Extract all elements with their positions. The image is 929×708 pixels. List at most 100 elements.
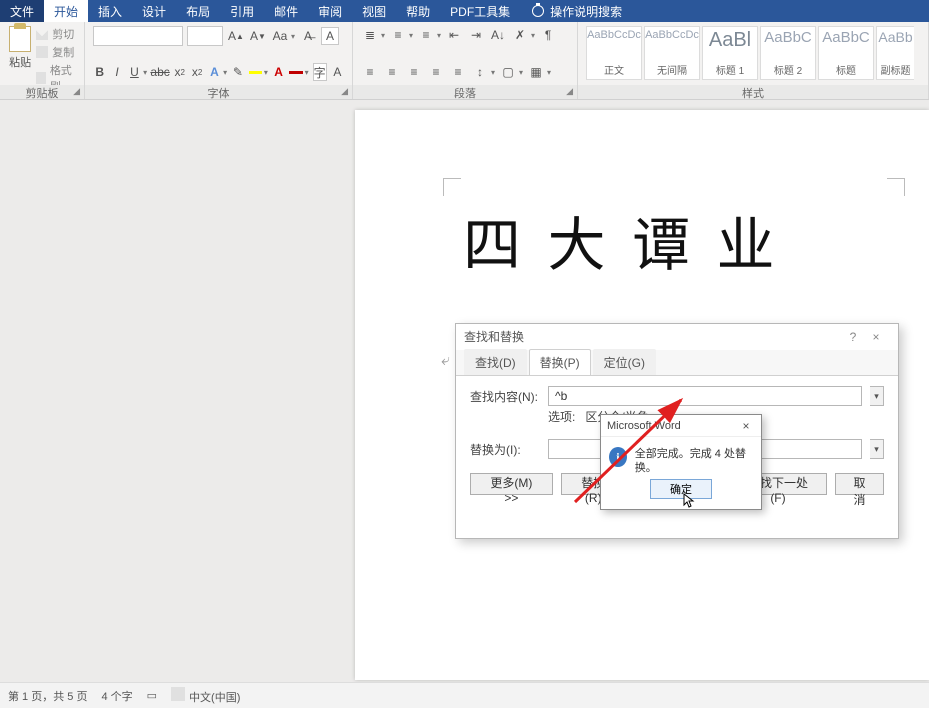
subscript-button[interactable]: x2 — [173, 63, 186, 81]
align-center-button[interactable]: ≡ — [383, 63, 401, 81]
distribute-button[interactable]: ≡ — [449, 63, 467, 81]
tab-design[interactable]: 设计 — [132, 0, 176, 22]
style-heading1[interactable]: AaBl标题 1 — [702, 26, 758, 80]
show-marks-button[interactable]: ¶ — [539, 26, 557, 44]
char-border-button[interactable]: A — [321, 27, 339, 45]
more-button[interactable]: 更多(M) >> — [470, 473, 553, 495]
numbering-button[interactable]: ≡ — [389, 26, 407, 44]
tab-replace[interactable]: 替换(P) — [529, 349, 591, 375]
align-right-button[interactable]: ≡ — [405, 63, 423, 81]
strike-button[interactable]: abc — [151, 63, 169, 81]
bold-button[interactable]: B — [93, 63, 106, 81]
status-language[interactable]: 中文(中国) — [189, 692, 240, 704]
underline-button[interactable]: U — [128, 63, 141, 81]
tab-view[interactable]: 视图 — [352, 0, 396, 22]
dialog-help-button[interactable]: ? — [844, 330, 862, 344]
decrease-indent-button[interactable]: ⇤ — [445, 26, 463, 44]
increase-indent-button[interactable]: ⇥ — [467, 26, 485, 44]
ok-button[interactable]: 确定 — [650, 479, 712, 499]
chevron-down-icon[interactable]: ▾ — [264, 68, 268, 77]
tab-references[interactable]: 引用 — [220, 0, 264, 22]
enclose-char-button[interactable]: 字 — [313, 63, 327, 81]
tell-me-search[interactable]: 操作说明搜索 — [550, 3, 622, 20]
cut-button[interactable]: 剪切 — [36, 26, 76, 42]
document-heading-text: 四 大 谭 业 — [463, 198, 781, 282]
grow-font-button[interactable]: A▲ — [227, 27, 245, 45]
chevron-down-icon[interactable]: ▾ — [437, 31, 441, 40]
italic-button[interactable]: I — [110, 63, 123, 81]
chevron-down-icon[interactable]: ▾ — [531, 31, 535, 40]
align-justify-button[interactable]: ≡ — [427, 63, 445, 81]
message-text: 全部完成。完成 4 处替换。 — [635, 447, 753, 475]
document-area[interactable]: 四 大 谭 业 ⤶ 查找和替换 ? × 查找(D) 替换(P) 定位(G) 查找… — [0, 100, 929, 682]
style-subtitle[interactable]: AaBb副标题 — [876, 26, 914, 80]
style-title[interactable]: AaBbC标题 — [818, 26, 874, 80]
find-history-dropdown[interactable]: ▾ — [870, 386, 884, 406]
copy-icon — [36, 46, 48, 58]
ribbon-tabs: 文件 开始 插入 设计 布局 引用 邮件 审阅 视图 帮助 PDF工具集 操作说… — [0, 0, 929, 22]
chevron-down-icon[interactable]: ▾ — [143, 68, 147, 77]
cancel-button[interactable]: 取消 — [835, 473, 884, 495]
tab-find[interactable]: 查找(D) — [464, 349, 527, 375]
status-words[interactable]: 4 个字 — [101, 688, 132, 704]
chevron-down-icon[interactable]: ▾ — [291, 32, 295, 41]
tab-help[interactable]: 帮助 — [396, 0, 440, 22]
chevron-down-icon[interactable]: ▾ — [491, 68, 495, 77]
style-nospacing[interactable]: AaBbCcDc 无间隔 — [644, 26, 700, 80]
align-left-button[interactable]: ≡ — [361, 63, 379, 81]
tab-insert[interactable]: 插入 — [88, 0, 132, 22]
status-page[interactable]: 第 1 页，共 5 页 — [8, 688, 87, 704]
style-heading2[interactable]: AaBbC标题 2 — [760, 26, 816, 80]
bullets-button[interactable]: ≣ — [361, 26, 379, 44]
sort-button[interactable]: A↓ — [489, 26, 507, 44]
style-gallery[interactable]: AaBbCcDc正文 AaBbCcDc 无间隔 AaBl标题 1 AaBbC标题 … — [586, 26, 920, 80]
chevron-down-icon[interactable]: ▾ — [519, 68, 523, 77]
paragraph-launcher-icon[interactable]: ◢ — [566, 86, 573, 97]
info-icon: i — [609, 447, 627, 467]
chevron-down-icon[interactable]: ▾ — [381, 31, 385, 40]
group-styles: AaBbCcDc正文 AaBbCcDc 无间隔 AaBl标题 1 AaBbC标题 … — [578, 22, 929, 99]
font-name-combo[interactable] — [93, 26, 183, 46]
font-launcher-icon[interactable]: ◢ — [341, 86, 348, 97]
text-effects-button[interactable]: A — [208, 63, 221, 81]
find-what-input[interactable] — [548, 386, 862, 406]
status-proof-icon[interactable]: ▭ — [147, 689, 157, 702]
paste-button[interactable]: 粘贴 — [8, 26, 32, 94]
chevron-down-icon[interactable]: ▾ — [409, 31, 413, 40]
style-normal[interactable]: AaBbCcDc正文 — [586, 26, 642, 80]
cursor-icon — [683, 493, 695, 509]
highlight-button[interactable]: ✎ — [231, 63, 244, 81]
shading-button[interactable]: ▢ — [499, 63, 517, 81]
tab-review[interactable]: 审阅 — [308, 0, 352, 22]
multilevel-button[interactable]: ≡ — [417, 26, 435, 44]
borders-button[interactable]: ▦ — [527, 63, 545, 81]
tab-home[interactable]: 开始 — [44, 0, 88, 22]
tab-layout[interactable]: 布局 — [176, 0, 220, 22]
asian-layout-button[interactable]: ✗ — [511, 26, 529, 44]
group-clipboard: 粘贴 剪切 复制 格式刷 剪贴板◢ — [0, 22, 85, 99]
font-size-combo[interactable] — [187, 26, 223, 46]
chevron-down-icon[interactable]: ▾ — [305, 68, 309, 77]
style-name: 无间隔 — [657, 62, 687, 77]
style-preview: AaBbCcDc — [645, 29, 699, 41]
tab-mailings[interactable]: 邮件 — [264, 0, 308, 22]
status-bar: 第 1 页，共 5 页 4 个字 ▭ 中文(中国) — [0, 682, 929, 708]
message-close-button[interactable]: × — [737, 419, 755, 433]
line-spacing-button[interactable]: ↕ — [471, 63, 489, 81]
tab-file[interactable]: 文件 — [0, 0, 44, 22]
change-case-button[interactable]: Aa — [271, 27, 289, 45]
shrink-font-button[interactable]: A▼ — [249, 27, 267, 45]
clipboard-launcher-icon[interactable]: ◢ — [73, 86, 80, 97]
phonetic-button[interactable]: A — [331, 63, 344, 81]
clear-format-button[interactable]: A̶ — [299, 27, 317, 45]
tab-pdf[interactable]: PDF工具集 — [440, 0, 520, 22]
chevron-down-icon[interactable]: ▾ — [223, 68, 227, 77]
font-color-button[interactable]: A — [272, 63, 285, 81]
copy-button[interactable]: 复制 — [36, 44, 76, 60]
group-label-font: 字体◢ — [85, 85, 352, 99]
dialog-close-button[interactable]: × — [862, 330, 890, 344]
chevron-down-icon[interactable]: ▾ — [547, 68, 551, 77]
replace-history-dropdown[interactable]: ▾ — [870, 439, 884, 459]
tab-goto[interactable]: 定位(G) — [593, 349, 656, 375]
superscript-button[interactable]: x2 — [190, 63, 203, 81]
